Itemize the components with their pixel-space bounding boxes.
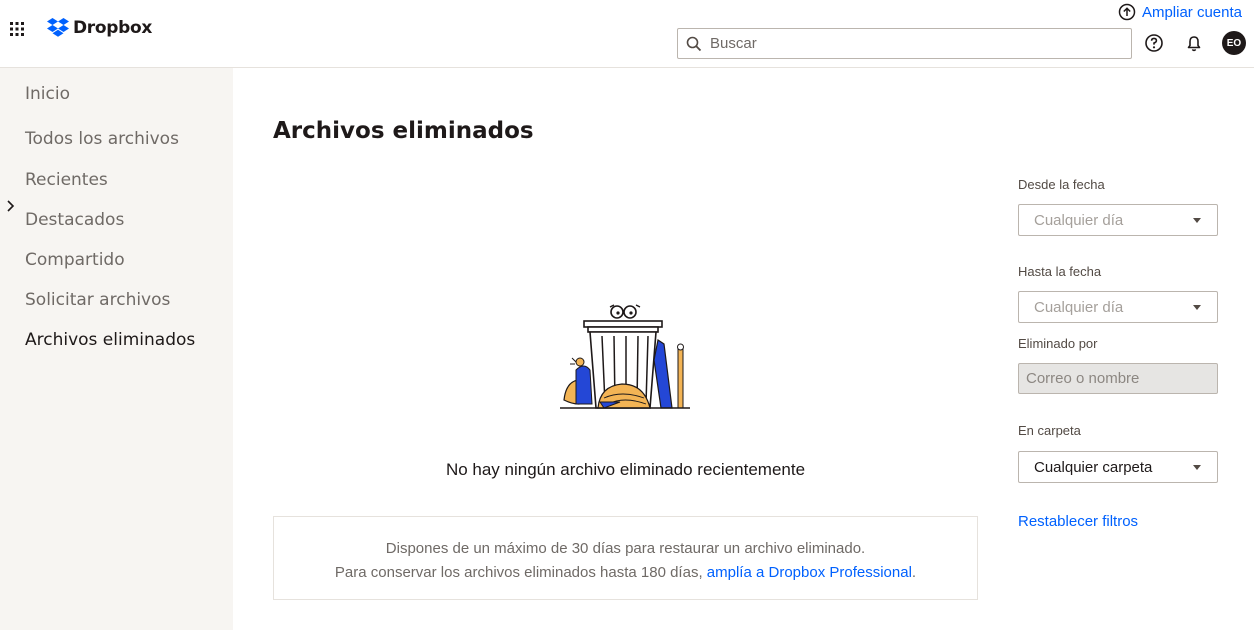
retention-info-suffix: . [911, 564, 917, 581]
sidebar: Inicio Todos los archivos Recientes Dest… [0, 68, 233, 630]
sidebar-item-home[interactable]: Inicio [25, 84, 70, 104]
caret-down-icon [1193, 305, 1201, 310]
reset-filters-link[interactable]: Restablecer filtros [1018, 513, 1138, 530]
sidebar-item-recents[interactable]: Recientes [25, 170, 108, 190]
top-bar: Dropbox Ampliar cuenta EO [0, 0, 1254, 68]
from-date-select[interactable]: Cualquier día [1018, 204, 1218, 236]
search-box[interactable] [677, 28, 1132, 59]
upgrade-label: Ampliar cuenta [1141, 3, 1242, 21]
sidebar-item-file-requests[interactable]: Solicitar archivos [25, 290, 170, 310]
user-avatar[interactable]: EO [1222, 31, 1246, 55]
empty-trash-illustration [560, 304, 690, 409]
brand-name: Dropbox [73, 18, 153, 38]
to-date-label: Hasta la fecha [1018, 264, 1102, 279]
chevron-right-icon[interactable] [5, 199, 15, 213]
deleted-by-label: Eliminado por [1018, 336, 1098, 351]
page-title: Archivos eliminados [273, 118, 534, 144]
retention-info-line2: Para conservar los archivos eliminados h… [274, 561, 977, 585]
to-date-value: Cualquier día [1034, 298, 1124, 316]
sidebar-item-deleted-files[interactable]: Archivos eliminados [25, 330, 195, 350]
sidebar-item-starred[interactable]: Destacados [25, 210, 124, 230]
retention-info-box: Dispones de un máximo de 30 días para re… [273, 516, 978, 600]
retention-info-text: Para conservar los archivos eliminados h… [334, 564, 703, 581]
upgrade-professional-link[interactable]: amplía a Dropbox Professional [707, 564, 912, 581]
folder-value: Cualquier carpeta [1034, 458, 1153, 476]
search-icon [686, 36, 702, 51]
deleted-by-input[interactable] [1018, 363, 1218, 394]
to-date-select[interactable]: Cualquier día [1018, 291, 1218, 323]
empty-state-message: No hay ningún archivo eliminado reciente… [445, 460, 806, 479]
dropbox-logo-icon [47, 18, 69, 37]
from-date-label: Desde la fecha [1018, 177, 1105, 192]
sidebar-item-shared[interactable]: Compartido [25, 250, 125, 270]
dropbox-logo[interactable]: Dropbox [47, 18, 152, 38]
caret-down-icon [1193, 218, 1201, 223]
caret-down-icon [1193, 465, 1201, 470]
help-icon[interactable] [1144, 33, 1164, 53]
folder-select[interactable]: Cualquier carpeta [1018, 451, 1218, 483]
retention-info-line1: Dispones de un máximo de 30 días para re… [385, 540, 866, 557]
app-grid-icon[interactable] [9, 21, 25, 37]
search-input[interactable] [710, 35, 1110, 52]
bell-icon[interactable] [1184, 33, 1204, 53]
folder-label: En carpeta [1018, 423, 1081, 438]
from-date-value: Cualquier día [1034, 211, 1124, 229]
upgrade-arrow-icon [1118, 3, 1136, 21]
upgrade-account-link[interactable]: Ampliar cuenta [1118, 3, 1242, 21]
sidebar-item-all-files[interactable]: Todos los archivos [25, 129, 179, 149]
